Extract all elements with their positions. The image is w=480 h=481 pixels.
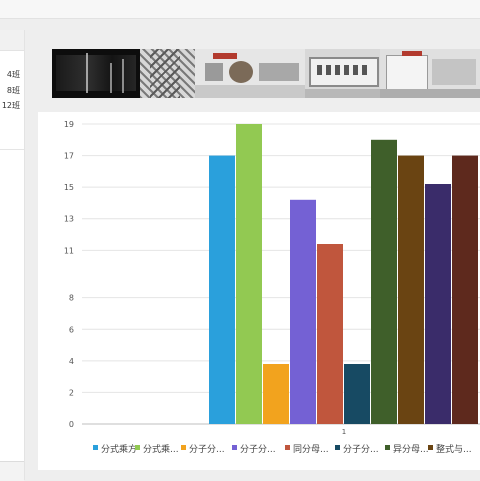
- chart-card: 0 2 4 6 8 11 13 15 17 19 1 分式乘方 分式乘... 分子分... 分子分... 同分…: [38, 112, 480, 470]
- bar-chart: 0 2 4 6 8 11 13 15 17 19 1 分式乘方 分式乘... 分子分... 分子分... 同分…: [64, 120, 480, 455]
- legend-label: 分子分...: [189, 444, 225, 455]
- legend-swatch: [428, 445, 433, 450]
- legend-swatch: [335, 445, 340, 450]
- legend-label: 分子分...: [240, 444, 276, 455]
- bar: [209, 155, 235, 424]
- sidebar-header: [0, 30, 24, 51]
- legend-label: 分子分...: [343, 444, 379, 455]
- legend-label: 分式乘方: [101, 443, 137, 455]
- legend-label: 分式乘...: [143, 443, 179, 455]
- y-tick-label: 17: [64, 152, 74, 161]
- sidebar-footer: [0, 461, 24, 481]
- bar: [317, 244, 343, 424]
- class-item-12[interactable]: 12班: [2, 100, 20, 111]
- banner-photo-exhibit-wall: [195, 49, 305, 98]
- bar: [344, 364, 370, 424]
- sidebar-divider: [0, 149, 24, 150]
- y-tick-label: 6: [69, 325, 74, 334]
- bar: [290, 199, 316, 424]
- class-item-4[interactable]: 4班: [7, 69, 20, 80]
- banner-photo-display-board: [305, 49, 380, 98]
- bar: [371, 139, 397, 424]
- y-tick-label: 8: [69, 294, 74, 303]
- y-tick-label: 4: [69, 357, 74, 366]
- bar: [452, 155, 478, 424]
- legend-label: 整式与...: [436, 443, 472, 455]
- photo-banner: [52, 49, 480, 98]
- top-bar: [0, 0, 480, 19]
- bar: [236, 124, 262, 424]
- legend-swatch: [232, 445, 237, 450]
- banner-photo-corridor: [380, 49, 480, 98]
- y-tick-label: 19: [64, 120, 74, 129]
- legend-swatch: [181, 445, 186, 450]
- legend-label: 异分母...: [393, 444, 429, 455]
- class-sidebar: 4班 8班 12班: [0, 30, 25, 481]
- y-tick-label: 0: [69, 420, 74, 429]
- bar: [263, 364, 289, 424]
- banner-photo-lattice: [140, 49, 195, 98]
- banner-photo-calligraphy: [52, 49, 140, 98]
- y-tick-label: 15: [64, 183, 74, 192]
- legend-label: 同分母...: [293, 444, 329, 455]
- x-tick-label: 1: [342, 428, 346, 436]
- bar: [398, 155, 424, 424]
- class-item-8[interactable]: 8班: [7, 85, 20, 96]
- legend-swatch: [135, 445, 140, 450]
- y-tick-label: 13: [64, 215, 74, 224]
- legend-swatch: [285, 445, 290, 450]
- y-tick-label: 11: [64, 246, 74, 255]
- bar: [425, 184, 451, 424]
- legend-swatch: [93, 445, 98, 450]
- legend-swatch: [385, 445, 390, 450]
- y-tick-label: 2: [69, 388, 74, 397]
